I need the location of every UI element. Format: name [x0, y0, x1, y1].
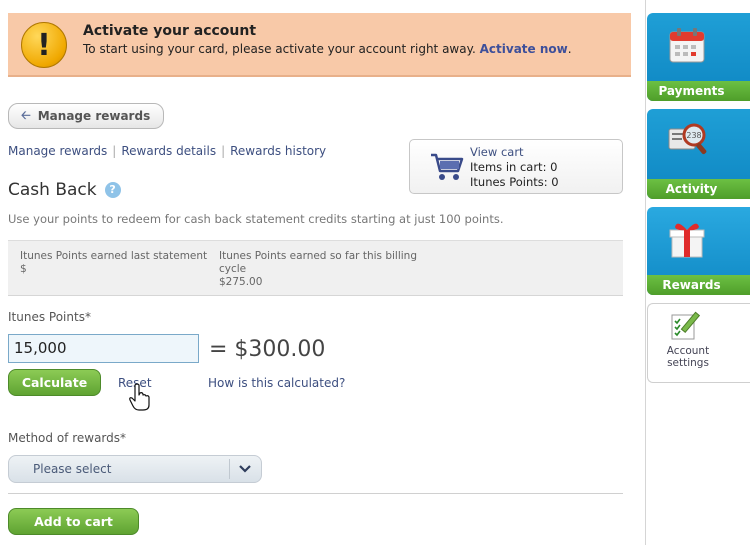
calculate-button[interactable]: Calculate	[8, 369, 101, 396]
divider	[8, 493, 623, 494]
warning-icon: !	[21, 22, 67, 68]
link-rewards-details[interactable]: Rewards details	[121, 144, 216, 158]
cash-value-result: = $300.00	[209, 337, 326, 362]
add-to-cart-button[interactable]: Add to cart	[8, 508, 139, 535]
svg-text:238: 238	[686, 131, 701, 140]
hand-pointer-icon	[129, 383, 150, 411]
nav-activity[interactable]: 238 Activity	[647, 109, 750, 199]
view-cart-box[interactable]: View cart Items in cart: 0 Itunes Points…	[409, 139, 623, 194]
alert-message-text: To start using your card, please activat…	[83, 42, 476, 56]
how-calculated-link[interactable]: How is this calculated?	[208, 376, 345, 390]
link-rewards-history[interactable]: Rewards history	[230, 144, 326, 158]
nav-rewards-label: Rewards	[647, 275, 750, 295]
this-cycle-label: Itunes Points earned so far this billing…	[219, 250, 417, 275]
method-select[interactable]: Please select	[8, 455, 262, 483]
nav-payments-label: Payments	[647, 81, 750, 101]
cart-points-count: Itunes Points: 0	[470, 175, 559, 189]
method-field-label: Method of rewards*	[8, 431, 127, 445]
activation-alert: ! Activate your account To start using y…	[8, 13, 631, 77]
help-icon[interactable]: ?	[104, 182, 121, 198]
points-input[interactable]: 15,000	[8, 334, 199, 363]
nav-account-settings[interactable]: Account settings	[647, 303, 750, 383]
this-cycle-value: $275.00	[219, 276, 263, 288]
last-statement-label: Itunes Points earned last statement	[20, 250, 208, 262]
link-separator: |	[221, 144, 226, 158]
section-title: Cash Back ?	[8, 180, 121, 200]
manage-rewards-back-label: Manage rewards	[37, 109, 151, 123]
activate-now-link[interactable]: Activate now	[480, 42, 568, 56]
select-divider	[229, 459, 230, 479]
gift-icon	[669, 223, 705, 258]
calendar-icon	[669, 28, 705, 63]
chevron-down-icon	[239, 465, 251, 473]
nav-payments[interactable]: Payments	[647, 13, 750, 101]
manage-rewards-back-button[interactable]: 🡠 Manage rewards	[8, 103, 164, 129]
nav-account-label: Account settings	[666, 345, 710, 369]
cart-items-count: Items in cart: 0	[470, 160, 558, 174]
cash-back-heading: Cash Back	[8, 180, 97, 200]
points-field-label: Itunes Points*	[8, 310, 91, 324]
alert-trailing: .	[567, 42, 572, 56]
magnifier-receipt-icon: 238	[668, 123, 707, 155]
section-description: Use your points to redeem for cash back …	[8, 212, 504, 226]
shopping-cart-icon	[431, 153, 464, 180]
checklist-pencil-icon	[671, 311, 701, 340]
nav-rewards[interactable]: Rewards	[647, 207, 750, 295]
method-select-value: Please select	[33, 462, 112, 476]
rewards-links: Manage rewards | Rewards details | Rewards h…	[8, 144, 326, 158]
link-manage-rewards[interactable]: Manage rewards	[8, 144, 107, 158]
sidebar-divider	[645, 0, 646, 545]
arrow-left-icon: 🡠	[21, 107, 31, 122]
link-separator: |	[112, 144, 117, 158]
this-cycle-stat: Itunes Points earned so far this billing…	[219, 250, 429, 289]
alert-message: To start using your card, please activat…	[83, 42, 572, 56]
alert-title: Activate your account	[83, 23, 257, 39]
points-summary: Itunes Points earned last statement $ It…	[8, 240, 623, 296]
last-statement-value: $	[20, 263, 27, 275]
last-statement-stat: Itunes Points earned last statement $	[20, 250, 207, 276]
view-cart-link[interactable]: View cart	[470, 145, 524, 159]
nav-activity-label: Activity	[647, 179, 750, 199]
